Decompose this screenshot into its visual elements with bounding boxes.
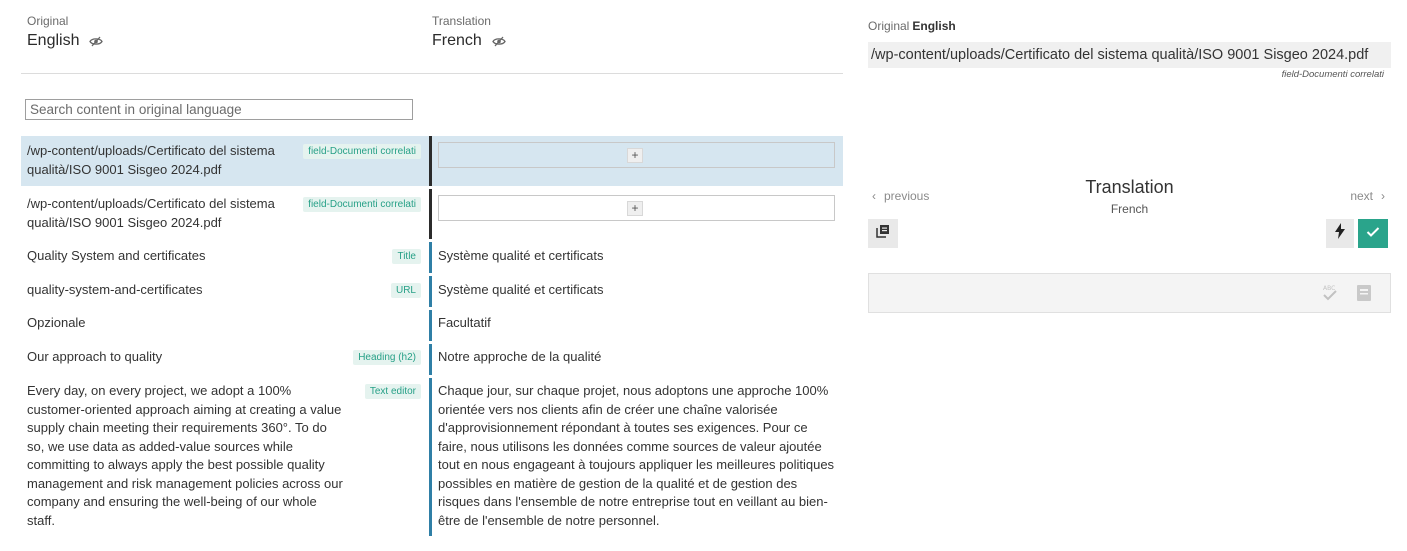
chevron-right-icon: › [1381, 189, 1385, 203]
table-row[interactable]: Every day, on every project, we adopt a … [21, 378, 843, 536]
table-row[interactable]: Opzionale Facultatif [21, 310, 843, 341]
original-text: /wp-content/uploads/Certificato del sist… [27, 196, 275, 230]
add-translation-button[interactable]: + [627, 201, 643, 216]
original-text: Quality System and certificates [27, 248, 206, 263]
original-caption: Original [868, 19, 910, 33]
row-status-bar [429, 136, 432, 186]
field-tag: Heading (h2) [353, 350, 421, 365]
translation-text[interactable]: Chaque jour, sur chaque projet, nous ado… [438, 382, 838, 530]
source-text: /wp-content/uploads/Certificato del sist… [868, 42, 1391, 68]
original-caption: Original [27, 14, 69, 28]
table-row[interactable]: /wp-content/uploads/Certificato del sist… [21, 189, 843, 239]
table-row[interactable]: Quality System and certificates Title Sy… [21, 242, 843, 273]
translation-caption: Translation [432, 14, 491, 28]
original-language-label: English [912, 19, 956, 33]
translation-editor-panel: Original English /wp-content/uploads/Cert… [868, 0, 1391, 551]
translation-language-label: French [432, 32, 482, 49]
checkmark-icon [1366, 225, 1380, 243]
search-input[interactable] [25, 99, 413, 120]
eye-slash-icon[interactable] [492, 36, 506, 47]
empty-translation-field[interactable]: + [438, 195, 835, 221]
spellcheck-icon[interactable]: ABC [1322, 283, 1338, 303]
original-language-header: Original English [27, 14, 104, 50]
save-translation-button[interactable] [1358, 219, 1388, 248]
glossary-book-icon[interactable] [1356, 284, 1372, 302]
copy-original-icon [876, 224, 890, 243]
row-status-bar [429, 310, 432, 341]
field-tag: field-Documenti correlati [303, 144, 421, 159]
translation-list-panel: Original English Translation French /wp-… [21, 0, 843, 551]
row-status-bar [429, 189, 432, 239]
table-row[interactable]: quality-system-and-certificates URL Syst… [21, 276, 843, 307]
translation-text[interactable]: Facultatif [438, 314, 843, 333]
original-language-label: English [27, 32, 80, 49]
target-language: French [1110, 202, 1149, 216]
field-tag: field-Documenti correlati [303, 197, 421, 212]
original-text: Our approach to quality [27, 349, 163, 364]
copy-original-button[interactable] [868, 219, 898, 248]
row-status-bar [429, 344, 432, 375]
header-divider [21, 73, 843, 74]
panel-title: Translation [1085, 177, 1174, 197]
machine-translate-button[interactable] [1326, 219, 1354, 248]
eye-slash-icon[interactable] [89, 36, 104, 47]
row-status-bar [429, 276, 432, 307]
field-tag: Text editor [364, 384, 421, 399]
translation-text[interactable]: Système qualité et certificats [438, 247, 843, 266]
add-translation-button[interactable]: + [627, 148, 643, 163]
next-button[interactable]: next › [1350, 189, 1385, 203]
original-text: Every day, on every project, we adopt a … [27, 383, 343, 528]
original-text: /wp-content/uploads/Certificato del sist… [27, 143, 275, 177]
original-language-caption: Original English [868, 19, 956, 33]
row-status-bar [429, 378, 432, 536]
translation-editor[interactable]: ABC [868, 273, 1391, 313]
row-status-bar [429, 242, 432, 273]
translation-language-header: Translation French [432, 14, 506, 50]
table-row[interactable]: Our approach to quality Heading (h2) Not… [21, 344, 843, 375]
field-name: field-Documenti correlati [1281, 69, 1384, 80]
translation-text[interactable]: Notre approche de la qualité [438, 348, 843, 367]
empty-translation-field[interactable]: + [438, 142, 835, 168]
field-tag: Title [392, 249, 421, 264]
svg-text:ABC: ABC [1323, 285, 1335, 292]
table-row[interactable]: /wp-content/uploads/Certificato del sist… [21, 136, 843, 186]
field-tag: URL [390, 283, 421, 298]
translation-text[interactable]: Système qualité et certificats [438, 281, 843, 300]
original-text: quality-system-and-certificates [27, 282, 203, 297]
original-text: Opzionale [27, 315, 86, 330]
next-label: next [1350, 189, 1373, 203]
lightning-bolt-icon [1334, 223, 1346, 244]
